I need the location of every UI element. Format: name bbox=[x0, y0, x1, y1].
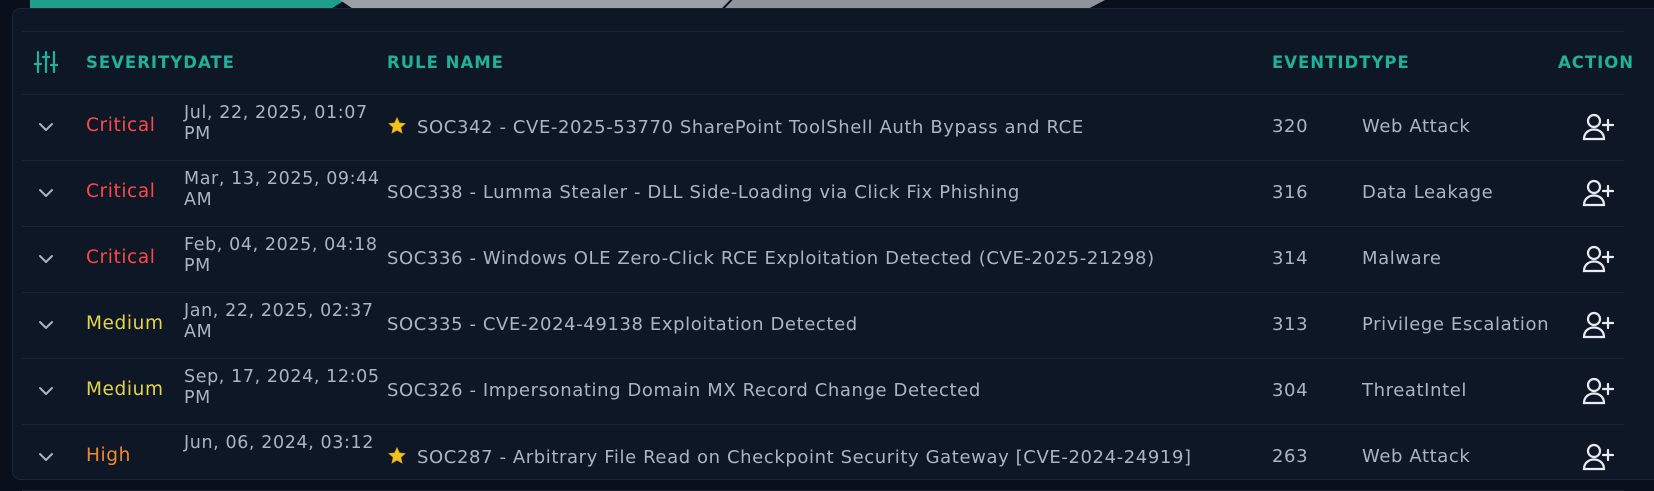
severity-label: Medium bbox=[86, 313, 164, 334]
severity-label: Critical bbox=[86, 181, 156, 202]
event-type: Data Leakage bbox=[1362, 182, 1494, 203]
alert-date-line1: Sep, 17, 2024, 12:05 bbox=[184, 367, 380, 387]
rule-name[interactable]: SOC336 - Windows OLE Zero-Click RCE Expl… bbox=[387, 248, 1155, 269]
tab-active[interactable] bbox=[30, 0, 345, 8]
filter-sliders-icon[interactable] bbox=[34, 50, 58, 74]
event-id: 316 bbox=[1272, 182, 1309, 203]
alert-date: Jan, 22, 2025, 02:37 AM bbox=[184, 301, 384, 343]
rule-name[interactable]: SOC335 - CVE-2024-49138 Exploitation Det… bbox=[387, 314, 858, 335]
alert-date: Sep, 17, 2024, 12:05 PM bbox=[184, 367, 384, 409]
header-rule-name[interactable]: RULE NAME bbox=[387, 32, 504, 94]
alert-date-line1: Mar, 13, 2025, 09:44 bbox=[184, 169, 380, 189]
event-id: 320 bbox=[1272, 116, 1309, 137]
assign-user-icon[interactable] bbox=[1582, 244, 1615, 274]
rule-name[interactable]: SOC338 - Lumma Stealer - DLL Side-Loadin… bbox=[387, 182, 1020, 203]
event-id: 304 bbox=[1272, 380, 1309, 401]
rule-name[interactable]: SOC287 - Arbitrary File Read on Checkpoi… bbox=[387, 446, 1192, 468]
alert-date: Feb, 04, 2025, 04:18 PM bbox=[184, 235, 384, 277]
chevron-down-icon[interactable] bbox=[36, 447, 56, 467]
header-eventid-type[interactable]: EVENTIDTYPE bbox=[1272, 32, 1410, 94]
table-row[interactable]: Critical Feb, 04, 2025, 04:18 PM SOC336 - W… bbox=[0, 227, 1654, 293]
alert-date-line2: PM bbox=[184, 388, 211, 408]
alert-date-line2: PM bbox=[184, 256, 211, 276]
alert-date: Mar, 13, 2025, 09:44 AM bbox=[184, 169, 384, 211]
table-row[interactable]: High Jun, 06, 2024, 03:12 SOC287 - Arbitra… bbox=[0, 425, 1654, 491]
event-type: Malware bbox=[1362, 248, 1442, 269]
alert-date-line1: Jan, 22, 2025, 02:37 bbox=[184, 301, 374, 321]
table-header: SEVERITYDATE RULE NAME EVENTIDTYPE ACTIO… bbox=[0, 32, 1654, 94]
header-severity-date[interactable]: SEVERITYDATE bbox=[86, 32, 235, 94]
table-row[interactable]: Medium Jan, 22, 2025, 02:37 AM SOC335 - CVE… bbox=[0, 293, 1654, 359]
alert-date-line1: Feb, 04, 2025, 04:18 bbox=[184, 235, 378, 255]
rule-name-text: SOC342 - CVE-2025-53770 SharePoint ToolS… bbox=[417, 117, 1084, 138]
rule-name[interactable]: SOC342 - CVE-2025-53770 SharePoint ToolS… bbox=[387, 116, 1084, 138]
event-type: Privilege Escalation bbox=[1362, 314, 1550, 335]
tab-2[interactable] bbox=[340, 0, 730, 8]
rule-name-text: SOC287 - Arbitrary File Read on Checkpoi… bbox=[417, 447, 1192, 468]
alert-date-line1: Jun, 06, 2024, 03:12 bbox=[184, 433, 374, 453]
rule-name-text: SOC338 - Lumma Stealer - DLL Side-Loadin… bbox=[387, 182, 1020, 203]
event-type: Web Attack bbox=[1362, 116, 1471, 137]
chevron-down-icon[interactable] bbox=[36, 249, 56, 269]
severity-label: Medium bbox=[86, 379, 164, 400]
chevron-down-icon[interactable] bbox=[36, 183, 56, 203]
event-id: 314 bbox=[1272, 248, 1309, 269]
header-action: ACTION bbox=[1558, 53, 1635, 72]
rule-name-text: SOC336 - Windows OLE Zero-Click RCE Expl… bbox=[387, 248, 1155, 269]
alert-date-line2: AM bbox=[184, 190, 213, 210]
alert-date-line2: AM bbox=[184, 322, 213, 342]
star-icon bbox=[388, 446, 406, 464]
star-icon bbox=[388, 116, 406, 134]
chevron-down-icon[interactable] bbox=[36, 117, 56, 137]
rule-name[interactable]: SOC326 - Impersonating Domain MX Record … bbox=[387, 380, 981, 401]
chevron-down-icon[interactable] bbox=[36, 315, 56, 335]
rule-name-text: SOC326 - Impersonating Domain MX Record … bbox=[387, 380, 981, 401]
assign-user-icon[interactable] bbox=[1582, 442, 1615, 472]
table-row[interactable]: Medium Sep, 17, 2024, 12:05 PM SOC326 - Imp… bbox=[0, 359, 1654, 425]
assign-user-icon[interactable] bbox=[1582, 112, 1615, 142]
tab-3[interactable] bbox=[725, 0, 1105, 8]
severity-label: High bbox=[86, 445, 131, 466]
assign-user-icon[interactable] bbox=[1582, 376, 1615, 406]
severity-label: Critical bbox=[86, 247, 156, 268]
event-type: ThreatIntel bbox=[1362, 380, 1468, 401]
severity-label: Critical bbox=[86, 115, 156, 136]
alert-date-line1: Jul, 22, 2025, 01:07 bbox=[184, 103, 368, 123]
alert-date: Jun, 06, 2024, 03:12 bbox=[184, 433, 384, 454]
assign-user-icon[interactable] bbox=[1582, 178, 1615, 208]
alert-date-line2: PM bbox=[184, 124, 211, 144]
table-row[interactable]: Critical Jul, 22, 2025, 01:07 PM SOC342 - C… bbox=[0, 95, 1654, 161]
alert-date: Jul, 22, 2025, 01:07 PM bbox=[184, 103, 384, 145]
event-id: 313 bbox=[1272, 314, 1309, 335]
tab-strip bbox=[30, 0, 1105, 8]
assign-user-icon[interactable] bbox=[1582, 310, 1615, 340]
chevron-down-icon[interactable] bbox=[36, 381, 56, 401]
rule-name-text: SOC335 - CVE-2024-49138 Exploitation Det… bbox=[387, 314, 858, 335]
event-id: 263 bbox=[1272, 446, 1309, 467]
event-type: Web Attack bbox=[1362, 446, 1471, 467]
table-row[interactable]: Critical Mar, 13, 2025, 09:44 AM SOC338 - L… bbox=[0, 161, 1654, 227]
